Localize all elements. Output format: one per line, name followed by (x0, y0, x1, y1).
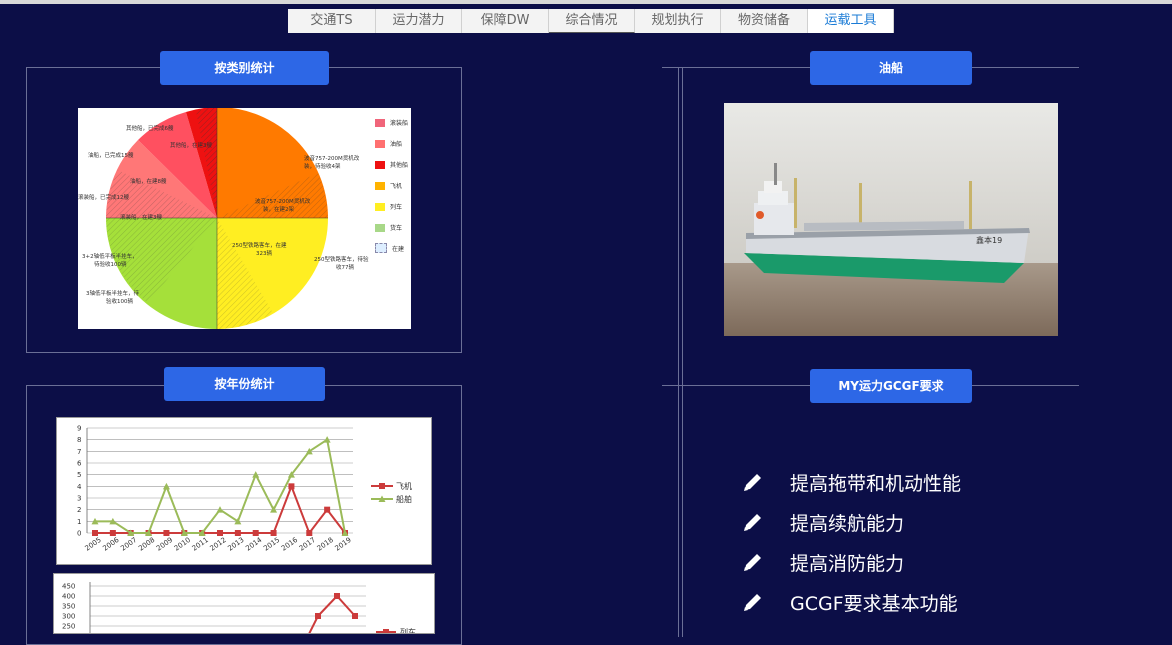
data-point (234, 530, 241, 536)
y-tick-label: 3 (77, 495, 81, 503)
requirement-item: 提高拖带和机动性能 (742, 462, 961, 502)
data-point (109, 530, 116, 536)
pie-label: 其他船，已完成6艘 (126, 124, 174, 132)
y-tick-label: 350 (62, 603, 75, 611)
data-point (324, 506, 331, 513)
x-tick-label: 2008 (137, 536, 156, 553)
y-tick-label: 6 (77, 460, 82, 468)
divider-vertical-outer (678, 67, 679, 637)
tab-overview[interactable]: 综合情况 (549, 9, 635, 33)
pencil-icon (744, 594, 761, 611)
y-tick-label: 9 (77, 425, 81, 433)
data-point (252, 530, 259, 536)
tanker-photo: 鑫本19 (724, 103, 1058, 336)
x-tick-label: 2015 (262, 536, 281, 553)
line-chart-train-svg: 450 400 350 300 250 列车 (62, 582, 416, 634)
legend-under-construction: 在建 (375, 243, 404, 253)
legend-roro: 滚装船 (375, 118, 408, 127)
x-tick-label: 2011 (191, 536, 210, 553)
data-point (217, 530, 223, 536)
y-tick-label: 4 (77, 483, 82, 491)
y-tick-label: 0 (77, 530, 81, 538)
data-point (163, 530, 170, 536)
tab-plan-execution[interactable]: 规划执行 (635, 9, 721, 33)
tab-material-reserve[interactable]: 物资储备 (721, 9, 808, 33)
y-tick-label: 400 (62, 593, 75, 601)
ship-name: 鑫本19 (976, 235, 1002, 245)
line-chart-train: 450 400 350 300 250 列车 (53, 573, 435, 634)
data-point (270, 530, 277, 536)
pie-label: 滚装船，已完成12艘 (78, 193, 129, 201)
requirement-item: GCGF要求基本功能 (742, 582, 961, 622)
pencil-icon (744, 554, 761, 571)
data-point (288, 483, 295, 490)
legend-train: 列车 (375, 202, 402, 211)
panel-title-by-year: 按年份统计 (164, 367, 325, 401)
y-tick-label: 1 (77, 518, 81, 526)
requirements-list: 提高拖带和机动性能 提高续航能力 提高消防能力 GCGF要求基本功能 (742, 462, 961, 622)
pie-label: 油船，在建8艘 (130, 177, 167, 185)
x-tick-label: 2006 (101, 536, 121, 553)
panel-title-by-category: 按类别统计 (160, 51, 329, 85)
x-tick-label: 2010 (173, 536, 192, 553)
x-tick-label: 2012 (209, 536, 228, 553)
x-tick-label: 2014 (244, 536, 264, 553)
top-border (0, 0, 1172, 4)
y-tick-label: 250 (62, 623, 75, 631)
y-tick-label: 7 (77, 448, 81, 456)
pie-label: 油船，已完成15艘 (88, 151, 134, 159)
x-tick-label: 2005 (84, 536, 103, 553)
panel-title-requirements: MY运力GCGF要求 (810, 369, 972, 403)
line-chart-svg: 0123456789200520062007200820092010201120… (77, 425, 412, 553)
pie-label: 滚装船，在建3艘 (120, 213, 162, 221)
y-tick-label: 8 (77, 436, 81, 444)
x-tick-label: 2019 (334, 536, 353, 553)
legend-tanker: 油船 (375, 139, 402, 148)
requirement-item: 提高消防能力 (742, 542, 961, 582)
pencil-icon (744, 514, 761, 531)
line-chart-by-year: 0 1 2 3 4 5 6 7 8 9 2005 2006 2007 2008 2009 2010 2011 20… (56, 417, 432, 565)
legend-label: 列车 (400, 627, 416, 634)
data-point (352, 613, 358, 619)
legend-marker (383, 629, 389, 633)
legend-label: 飞机 (396, 481, 412, 491)
data-point (92, 530, 98, 536)
x-tick-label: 2017 (298, 536, 317, 553)
x-tick-label: 2013 (226, 536, 245, 553)
x-tick-label: 2016 (280, 536, 300, 553)
tab-support-dw[interactable]: 保障DW (462, 9, 549, 33)
data-point (315, 613, 321, 619)
y-tick-label: 5 (77, 471, 81, 479)
legend-label: 船舶 (396, 494, 412, 504)
y-tick-label: 2 (77, 506, 81, 514)
svg-text:3轴低平板半挂车，待验收100辆: 3轴低平板半挂车，待验收100辆 (86, 289, 139, 305)
legend-aircraft: 飞机 (375, 181, 402, 190)
pie-chart-svg: 其他船，已完成6艘 其他船，在建3艘 油船，已完成15艘 油船，在建8艘 滚装船… (78, 107, 369, 329)
data-point (306, 530, 313, 536)
legend-truck: 货车 (375, 223, 402, 232)
pie-chart-by-category: 其他船，已完成6艘 其他船，在建3艘 油船，已完成15艘 油船，在建8艘 滚装船… (78, 107, 411, 329)
panel-title-tanker: 油船 (810, 51, 972, 85)
pie-label: 其他船，在建3艘 (170, 141, 212, 149)
y-tick-label: 450 (62, 583, 75, 591)
series-line (308, 594, 356, 633)
svg-text:250型铁路客车，待验收77辆: 250型铁路客车，待验收77辆 (314, 255, 369, 271)
tab-transport-ts[interactable]: 交通TS (288, 9, 376, 33)
y-tick-label: 300 (62, 613, 75, 621)
divider-vertical-inner (682, 67, 683, 637)
nav-tabs: 交通TS 运力潜力 保障DW 综合情况 规划执行 物资储备 运载工具 (288, 9, 894, 33)
pencil-icon (744, 474, 761, 491)
tab-vehicles[interactable]: 运载工具 (808, 9, 894, 33)
tanker-photo-svg: 鑫本19 (724, 103, 1058, 336)
data-point (334, 593, 340, 599)
requirement-item: 提高续航能力 (742, 502, 961, 542)
x-tick-label: 2007 (119, 536, 138, 553)
legend-other-ship: 其他船 (375, 160, 408, 169)
x-tick-label: 2018 (316, 536, 335, 553)
legend-marker (379, 483, 385, 489)
x-tick-label: 2009 (155, 536, 174, 553)
tab-capacity-potential[interactable]: 运力潜力 (376, 9, 462, 33)
